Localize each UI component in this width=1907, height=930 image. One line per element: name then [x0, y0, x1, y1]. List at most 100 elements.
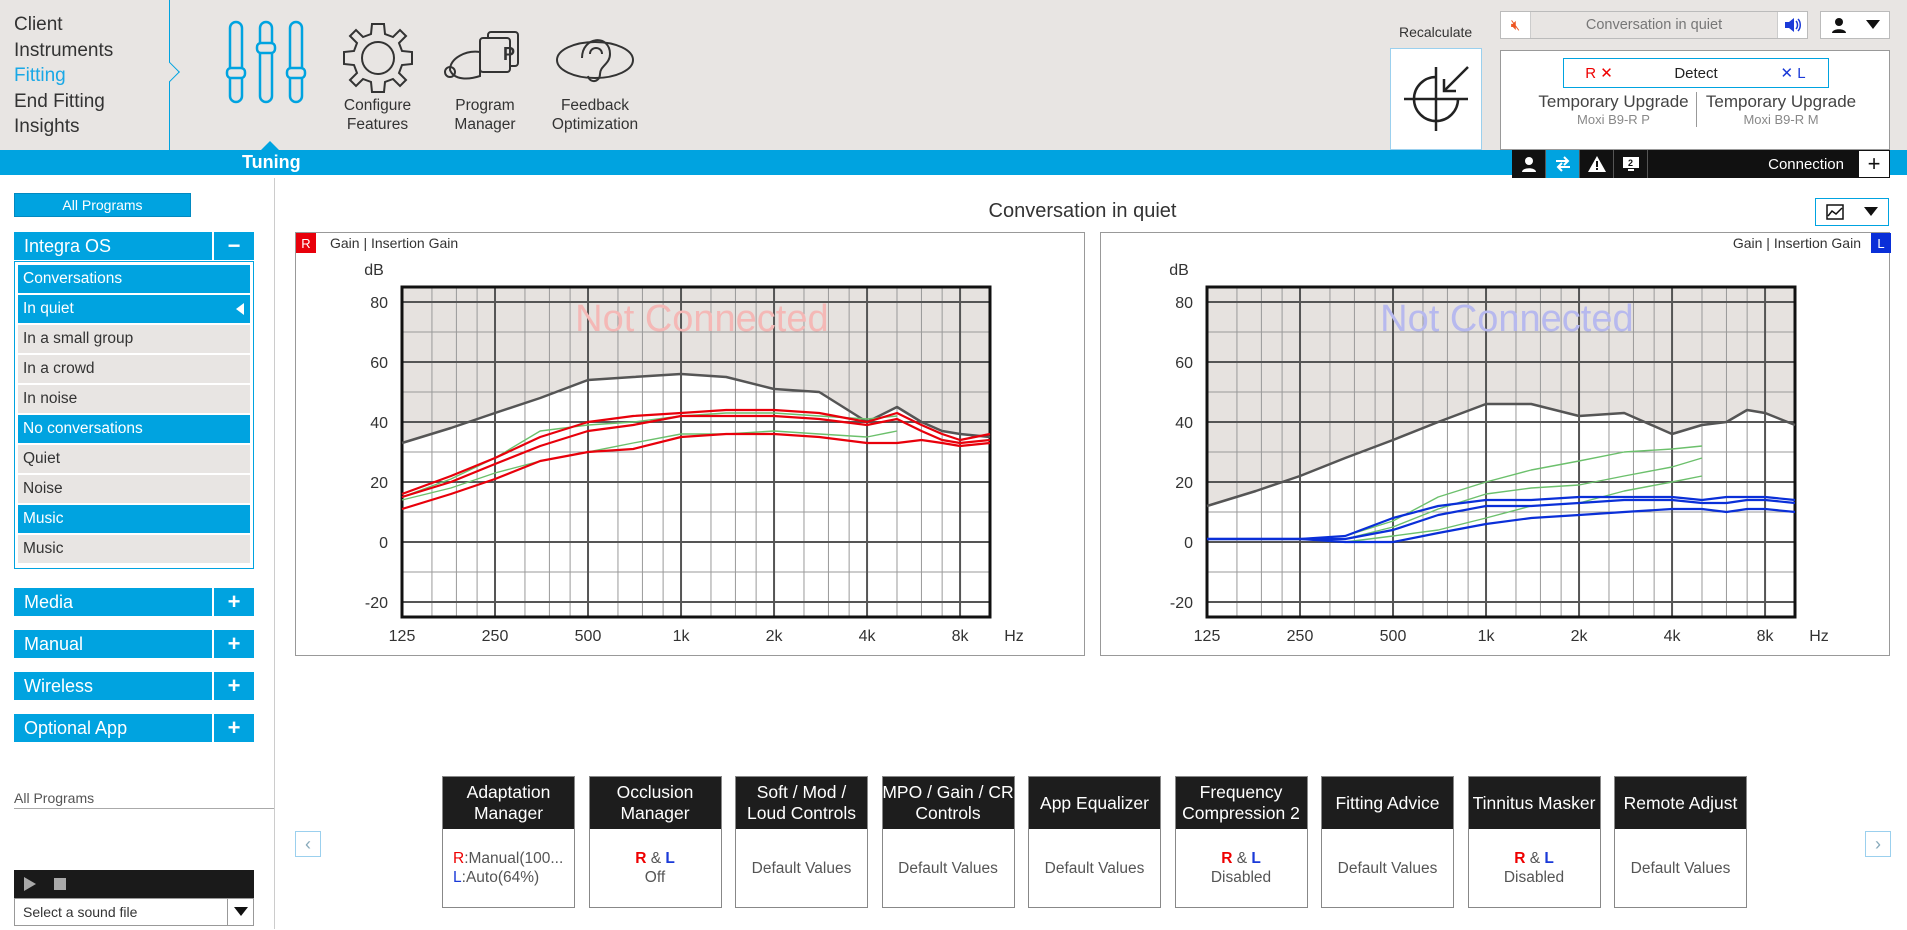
y-tick-label: 0 — [1184, 535, 1193, 552]
x-tick-label: 8k — [1757, 628, 1775, 645]
tool-sliders[interactable] — [225, 18, 315, 108]
nav-item-client[interactable]: Client — [14, 12, 169, 38]
tile-value-text: Default Values — [1337, 859, 1438, 877]
feature-tile-occlusion-manager[interactable]: Occlusion Manager R & L Off — [588, 776, 722, 908]
tool-feedback-optimization[interactable]: Feedback Optimization — [545, 18, 645, 134]
right-ear-status: R ✕ — [1585, 65, 1613, 82]
right-device-model: Moxi B9-R P — [1577, 112, 1650, 127]
left-device: Temporary Upgrade Moxi B9-R M — [1698, 92, 1864, 127]
recalculate-button[interactable] — [1390, 48, 1482, 150]
chevron-down-icon[interactable] — [227, 899, 253, 925]
view-dropdown[interactable] — [1815, 198, 1889, 226]
expand-button[interactable]: + — [214, 588, 254, 616]
mute-icon[interactable]: 🔇︎ — [1501, 12, 1531, 38]
expand-button[interactable]: + — [214, 714, 254, 742]
feature-tile-app-equalizer[interactable]: App Equalizer Default Values — [1028, 776, 1161, 908]
tuning-pointer — [260, 141, 280, 151]
connection-add-button[interactable]: + — [1858, 150, 1890, 178]
program-item[interactable]: In quiet — [18, 295, 250, 323]
feature-tile-value: Default Values — [1322, 829, 1453, 907]
side-badge-label: R — [301, 236, 310, 251]
group-label[interactable]: Media — [14, 588, 212, 616]
tiles-prev-button[interactable]: ‹ — [295, 831, 321, 857]
program-item[interactable]: Quiet — [18, 445, 250, 473]
feature-tiles: Adaptation Manager R:Manual(100... L:Auto(… — [442, 776, 1747, 908]
program-item[interactable]: In a crowd — [18, 355, 250, 383]
left-ear-status: ✕ L — [1780, 65, 1806, 82]
remote-session-icon[interactable]: 2 — [1614, 150, 1648, 178]
y-tick-label: 80 — [1175, 295, 1193, 312]
tiles-next-button[interactable]: › — [1865, 831, 1891, 857]
gain-chart-right[interactable]: R Gain | Insertion Gain Not Connected 80 60 4… — [295, 232, 1085, 656]
chevron-down-icon — [1864, 207, 1878, 216]
program-category[interactable]: No conversations — [18, 415, 250, 443]
group-label[interactable]: Optional App — [14, 714, 212, 742]
stop-icon[interactable] — [54, 878, 66, 890]
group-label[interactable]: Manual — [14, 630, 212, 658]
program-bar[interactable]: 🔇︎ Conversation in quiet — [1500, 11, 1808, 39]
y-tick-label: 60 — [370, 355, 388, 372]
tile-value-text: Default Values — [751, 859, 852, 877]
feature-tile-tinnitus-masker[interactable]: Tinnitus Masker R & L Disabled — [1467, 776, 1601, 908]
tool-configure-features[interactable]: Configure Features — [335, 18, 420, 134]
feature-tile-frequency-compression-2[interactable]: Frequency Compression 2 R & L Disabled — [1174, 776, 1308, 908]
program-item[interactable]: Noise — [18, 475, 250, 503]
x-tick-label: 250 — [482, 628, 509, 645]
tool-program-manager[interactable]: P Program Manager — [440, 18, 530, 134]
y-tick-label: -20 — [365, 595, 388, 612]
program-item[interactable]: Music — [18, 535, 250, 563]
left-device-title: Temporary Upgrade — [1705, 92, 1857, 111]
nav-item-insights[interactable]: Insights — [14, 114, 169, 140]
gain-chart-right-svg: R Gain | Insertion Gain Not Connected 80 60 4… — [296, 233, 1024, 645]
series-target-2 — [1345, 457, 1703, 540]
y-tick-label: 20 — [1175, 475, 1193, 492]
not-connected-watermark: Not Connected — [1380, 298, 1634, 340]
program-category[interactable]: Conversations — [18, 265, 250, 293]
series-fitted-4 — [401, 414, 991, 499]
ear-indicator: R & L — [1514, 850, 1554, 867]
feature-tile-title: Tinnitus Masker — [1468, 777, 1600, 829]
detect-button[interactable]: Detect — [1634, 65, 1758, 82]
feature-tile-mpo-gain-cr-controls[interactable]: MPO / Gain / CR Controls Default Values — [881, 776, 1015, 908]
group-optional-app[interactable]: Optional App + — [14, 714, 254, 742]
series-target-1 — [1344, 445, 1703, 537]
nav-item-end-fitting[interactable]: End Fitting — [14, 89, 169, 115]
all-programs-button[interactable]: All Programs — [14, 193, 191, 217]
gain-chart-left[interactable]: L Gain | Insertion Gain Not Connected 80 60 4… — [1100, 232, 1891, 656]
x-tick-label: 1k — [673, 628, 691, 645]
y-axis-label: dB — [1169, 262, 1189, 279]
collapse-button[interactable]: − — [214, 232, 254, 260]
feature-tile-remote-adjust[interactable]: Remote Adjust Default Values — [1614, 776, 1747, 908]
group-integra-os[interactable]: Integra OS − — [14, 232, 254, 260]
feature-tile-fitting-advice[interactable]: Fitting Advice Default Values — [1321, 776, 1454, 908]
feature-tile-soft-mod-loud-controls[interactable]: Soft / Mod / Loud Controls Default Values — [735, 776, 868, 908]
program-item[interactable]: In noise — [18, 385, 250, 413]
group-label[interactable]: Wireless — [14, 672, 212, 700]
feature-tile-title: Fitting Advice — [1322, 777, 1453, 829]
chart-view-icon — [1826, 204, 1844, 220]
program-item[interactable]: In a small group — [18, 325, 250, 353]
expand-button[interactable]: + — [214, 630, 254, 658]
x-tick-label: 2k — [766, 628, 784, 645]
feature-tile-title: Soft / Mod / Loud Controls — [736, 777, 867, 829]
expand-button[interactable]: + — [214, 672, 254, 700]
play-icon[interactable] — [24, 877, 36, 891]
group-integra-os-label[interactable]: Integra OS — [14, 232, 212, 260]
feature-tile-adaptation-manager[interactable]: Adaptation Manager R:Manual(100... L:Auto(… — [442, 776, 575, 908]
volume-icon[interactable] — [1777, 12, 1807, 38]
group-wireless[interactable]: Wireless + — [14, 672, 254, 700]
program-category[interactable]: Music — [18, 505, 250, 533]
warning-icon[interactable] — [1580, 150, 1614, 178]
x-tick-label: 1k — [1478, 628, 1496, 645]
detect-bar[interactable]: R ✕ Detect ✕ L — [1563, 58, 1829, 88]
nav-item-fitting[interactable]: Fitting — [14, 63, 169, 89]
transfer-icon[interactable] — [1546, 150, 1580, 178]
group-manual[interactable]: Manual + — [14, 630, 254, 658]
client-icon[interactable] — [1512, 150, 1546, 178]
sound-file-select[interactable]: Select a sound file — [14, 898, 254, 926]
recalculate-icon — [1404, 66, 1469, 131]
left-device-model: Moxi B9-R M — [1743, 112, 1819, 127]
nav-item-instruments[interactable]: Instruments — [14, 38, 169, 64]
user-dropdown[interactable] — [1820, 11, 1890, 39]
group-media[interactable]: Media + — [14, 588, 254, 616]
